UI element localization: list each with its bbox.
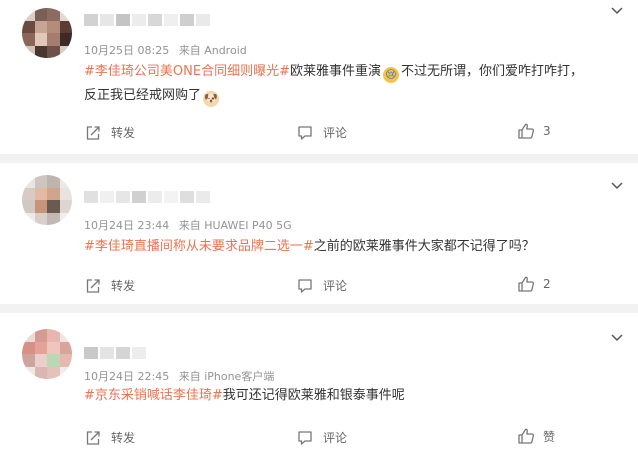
post-body: 之前的欧莱雅事件大家都不记得了吗？ <box>313 239 535 254</box>
repost-icon <box>86 278 100 293</box>
comment-icon <box>298 278 312 293</box>
repost-icon <box>86 430 100 445</box>
repost-label: 转发 <box>111 279 136 293</box>
thumbs-up-icon <box>518 428 535 444</box>
comment-feed: 10月25日 08:25 来自 Android #李佳琦公司美ONE合同细则曝光… <box>0 0 638 449</box>
doge-face-icon: 🐶 <box>203 91 220 107</box>
post-card: 10月24日 23:44 来自 HUAWEI P40 5G #李佳琦直播间称从未… <box>0 163 638 304</box>
thumbs-up-icon <box>518 276 535 292</box>
repost-label: 转发 <box>111 126 136 140</box>
post-meta: 10月24日 23:44 来自 HUAWEI P40 5G <box>84 217 298 233</box>
post-card: 10月25日 08:25 来自 Android #李佳琦公司美ONE合同细则曝光… <box>0 0 638 154</box>
post-text: #李佳琦直播间称从未要求品牌二选一#之前的欧莱雅事件大家都不记得了吗？ <box>84 235 590 259</box>
post-text: #京东采销喊话李佳琦#我可还记得欧莱雅和银泰事件呢 <box>84 384 590 408</box>
comment-button[interactable]: 评论 <box>297 277 347 294</box>
post-text: #李佳琦公司美ONE合同细则曝光#欧莱雅事件重演 😢 不过无所谓，你们爱咋打咋打，反… <box>84 60 590 108</box>
repost-button[interactable]: 转发 <box>85 124 135 141</box>
username-blurred[interactable] <box>84 347 146 359</box>
post-date: 10月25日 08:25 <box>84 44 170 57</box>
post-body: 我可还记得欧莱雅和银泰事件呢 <box>222 388 405 403</box>
chevron-down-icon[interactable] <box>610 6 624 16</box>
post-source: 来自 HUAWEI P40 5G <box>178 219 292 232</box>
like-count: 3 <box>543 124 551 138</box>
repost-button[interactable]: 转发 <box>85 277 135 294</box>
comment-label: 评论 <box>323 279 348 293</box>
chevron-down-icon[interactable] <box>610 333 624 343</box>
hashtag-link[interactable]: #李佳琦直播间称从未要求品牌二选一# <box>84 239 314 254</box>
comment-label: 评论 <box>323 431 348 445</box>
like-button[interactable]: 2 <box>517 275 551 293</box>
avatar[interactable] <box>22 8 72 58</box>
username-blurred[interactable] <box>84 191 210 203</box>
post-actions: 转发 评论 赞 <box>0 427 638 449</box>
comment-icon <box>298 125 312 140</box>
crying-face-icon: 😢 <box>382 67 399 83</box>
repost-icon <box>86 125 100 140</box>
comment-label: 评论 <box>323 126 348 140</box>
chevron-down-icon[interactable] <box>610 181 624 191</box>
post-actions: 转发 评论 3 <box>0 122 638 144</box>
repost-label: 转发 <box>111 431 136 445</box>
post-meta: 10月24日 22:45 来自 iPhone客户端 <box>84 368 280 384</box>
like-label: 赞 <box>543 429 556 444</box>
post-meta: 10月25日 08:25 来自 Android <box>84 42 253 58</box>
comment-icon <box>298 430 312 445</box>
post-source: 来自 Android <box>178 44 247 57</box>
like-button[interactable]: 赞 <box>517 427 555 445</box>
post-date: 10月24日 22:45 <box>84 370 170 383</box>
comment-button[interactable]: 评论 <box>297 124 347 141</box>
like-button[interactable]: 3 <box>517 122 551 140</box>
hashtag-link[interactable]: #京东采销喊话李佳琦# <box>84 388 223 403</box>
comment-button[interactable]: 评论 <box>297 429 347 446</box>
avatar[interactable] <box>22 175 72 225</box>
thumbs-up-icon <box>518 123 535 139</box>
username-blurred[interactable] <box>84 14 210 26</box>
repost-button[interactable]: 转发 <box>85 429 135 446</box>
hashtag-link[interactable]: #李佳琦公司美ONE合同细则曝光# <box>84 64 290 79</box>
like-count: 2 <box>543 277 551 291</box>
post-actions: 转发 评论 2 <box>0 275 638 297</box>
avatar[interactable] <box>22 329 72 379</box>
post-card: 10月24日 22:45 来自 iPhone客户端 #京东采销喊话李佳琦#我可还… <box>0 313 638 449</box>
post-date: 10月24日 23:44 <box>84 219 170 232</box>
post-body: 欧莱雅事件重演 <box>289 64 381 79</box>
post-source: 来自 iPhone客户端 <box>178 370 275 383</box>
